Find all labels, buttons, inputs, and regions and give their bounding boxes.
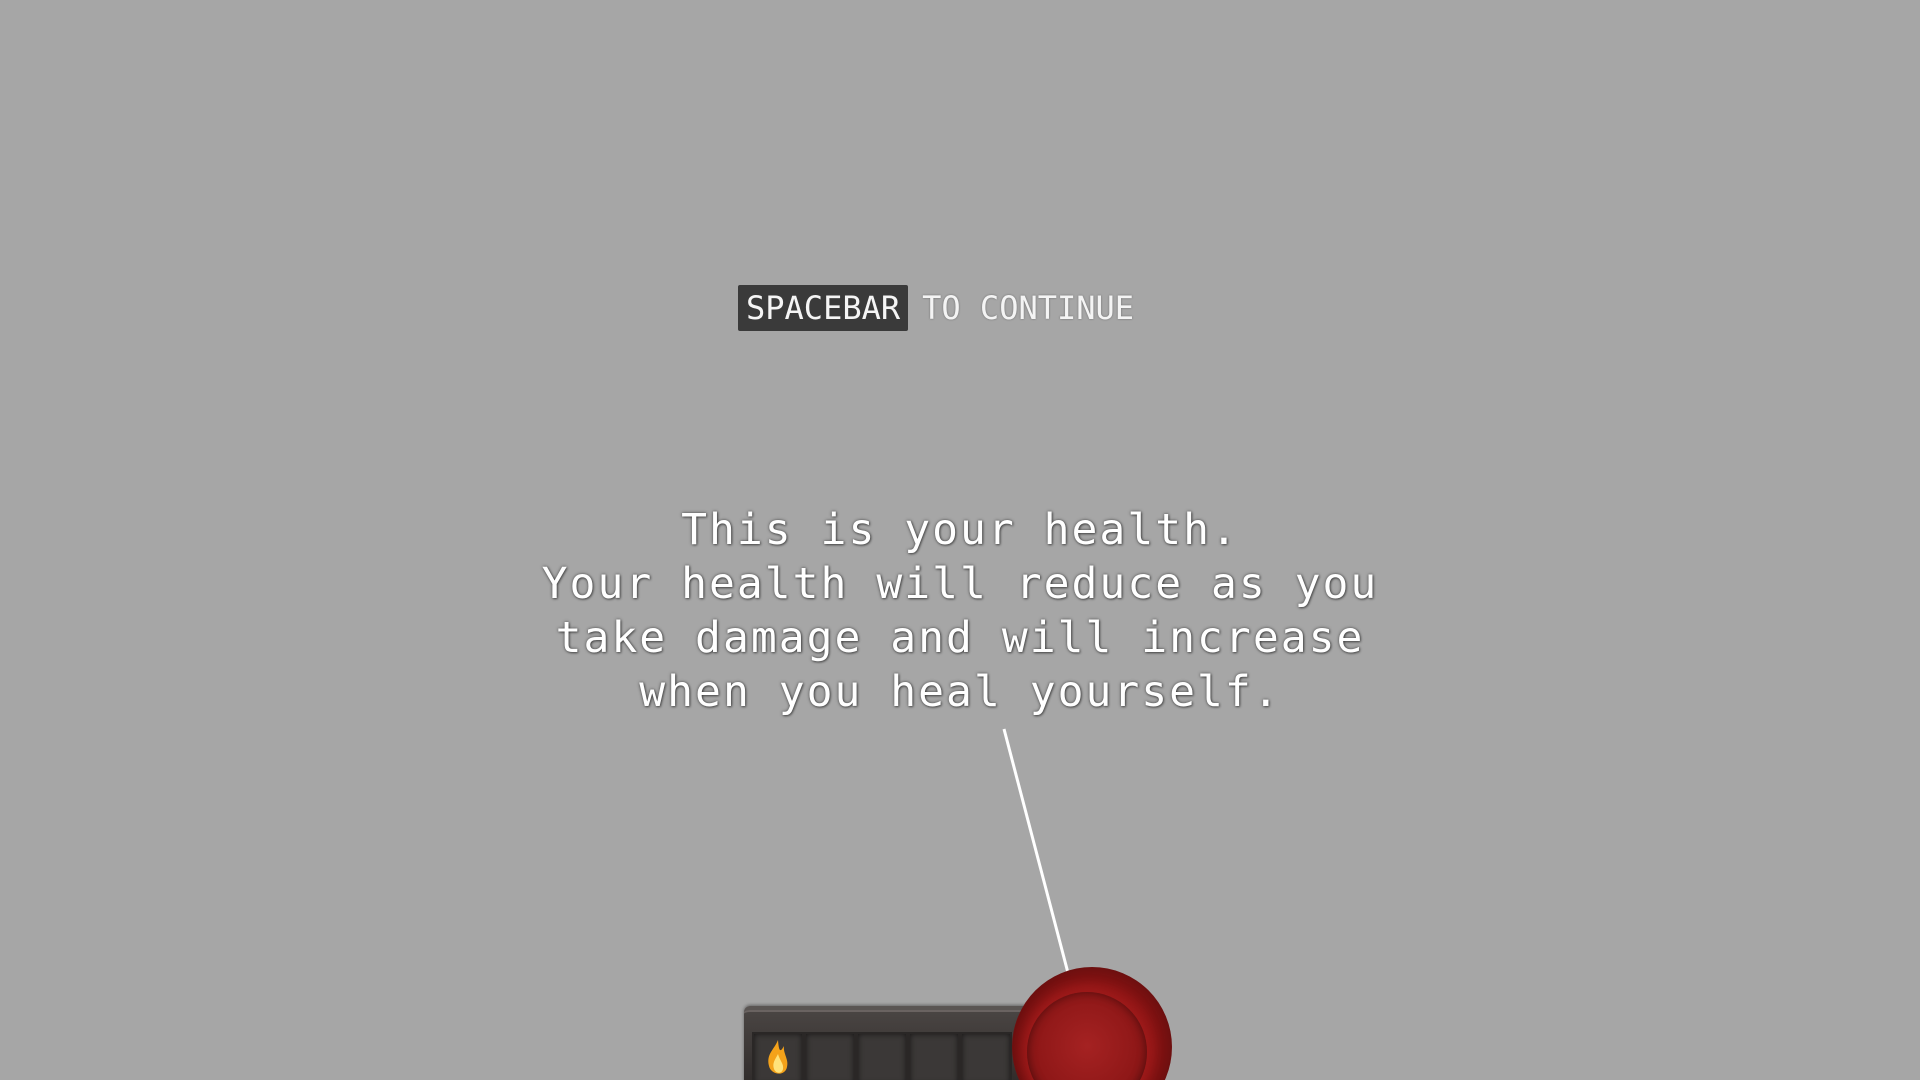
tutorial-message: This is your health. Your health will re… <box>460 503 1460 719</box>
hotbar-slot-1[interactable] <box>752 1032 804 1080</box>
tutorial-line: when you heal yourself. <box>639 667 1281 717</box>
fire-icon <box>768 1040 788 1074</box>
tutorial-line: This is your health. <box>681 505 1239 555</box>
hotbar <box>744 1006 1034 1080</box>
tutorial-line: take damage and will increase <box>555 613 1365 663</box>
hotbar-slot-3[interactable] <box>856 1032 908 1080</box>
tutorial-line: Your health will reduce as you <box>541 559 1379 609</box>
game-screen: SPACEBAR TO CONTINUE This is your health… <box>0 0 1920 1080</box>
hotbar-slot-4[interactable] <box>908 1032 960 1080</box>
continue-text: TO CONTINUE <box>922 289 1135 327</box>
spacebar-key-label[interactable]: SPACEBAR <box>738 285 909 331</box>
continue-prompt: SPACEBAR TO CONTINUE <box>738 285 1134 331</box>
hotbar-slot-5[interactable] <box>960 1032 1012 1080</box>
hotbar-slot-2[interactable] <box>804 1032 856 1080</box>
